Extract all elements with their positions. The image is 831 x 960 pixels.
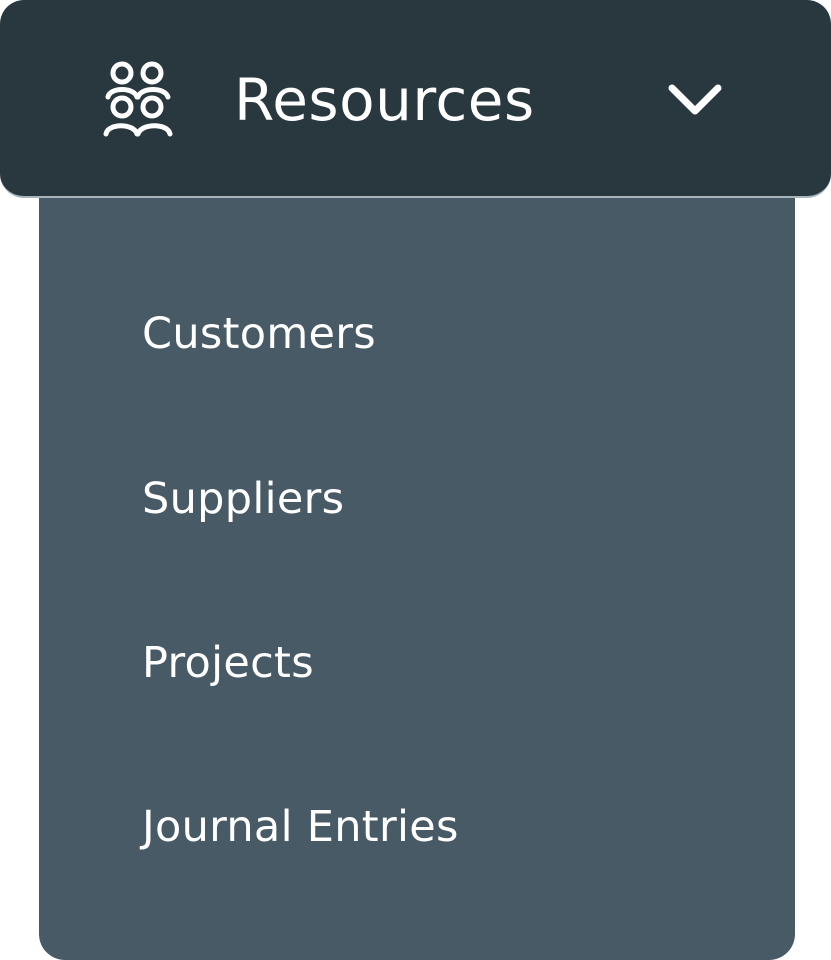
menu-item-projects[interactable]: Projects <box>39 608 795 718</box>
menu-item-label: Journal Entries <box>142 802 459 852</box>
menu-item-journal-entries[interactable]: Journal Entries <box>39 772 795 882</box>
group-of-people-icon <box>102 60 178 138</box>
menu-item-label: Projects <box>142 638 314 688</box>
dropdown-title: Resources <box>234 66 535 134</box>
menu-item-label: Customers <box>142 309 376 359</box>
dropdown-toggle[interactable]: Resources <box>0 0 831 198</box>
chevron-down-icon <box>664 76 726 124</box>
resources-dropdown: Customers Suppliers Projects Journal Ent… <box>0 0 831 960</box>
menu-item-customers[interactable]: Customers <box>39 279 795 389</box>
menu-item-label: Suppliers <box>142 474 345 524</box>
dropdown-menu: Customers Suppliers Projects Journal Ent… <box>39 150 795 960</box>
menu-item-suppliers[interactable]: Suppliers <box>39 444 795 554</box>
